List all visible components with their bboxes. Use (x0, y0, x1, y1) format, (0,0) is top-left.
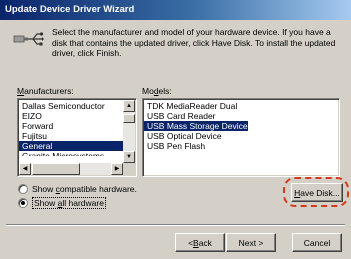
list-item[interactable]: Granite Microsystems (19, 151, 123, 156)
arrow-left-icon: ◀ (22, 166, 28, 172)
wizard-window: Update Device Driver Wizard Select the m… (0, 0, 351, 259)
list-item[interactable]: EIZO (19, 111, 123, 121)
manufacturers-label: Manufacturers: (17, 86, 74, 96)
scroll-up-button[interactable]: ▲ (123, 100, 135, 112)
next-button[interactable]: Next > (226, 233, 276, 252)
list-item-selected[interactable]: General (19, 141, 123, 151)
list-item[interactable]: Fujitsu (19, 131, 123, 141)
scroll-thumb[interactable] (123, 114, 135, 123)
radio-label: Show compatible hardware. (32, 184, 137, 194)
back-button[interactable]: < Back (175, 233, 225, 252)
scroll-down-button[interactable]: ▼ (123, 151, 135, 163)
list-item[interactable]: TDK MediaReader Dual (144, 101, 334, 111)
usb-plug-icon (13, 32, 44, 46)
show-all-option[interactable]: Show all hardware (18, 197, 106, 209)
manufacturers-hscrollbar[interactable]: ◀ ▶ (19, 163, 123, 175)
radio-button-selected[interactable] (18, 198, 28, 208)
arrow-up-icon: ▲ (126, 103, 132, 109)
instruction-text: Select the manufacturer and model of you… (52, 27, 336, 58)
scroll-right-button[interactable]: ▶ (111, 163, 123, 175)
arrow-right-icon: ▶ (114, 166, 120, 172)
radio-button[interactable] (18, 184, 28, 194)
manufacturers-listbox[interactable]: Dallas Semiconductor EIZO Forward Fujits… (17, 98, 137, 177)
radio-label: Show all hardware (32, 197, 106, 209)
arrow-down-icon: ▼ (126, 154, 132, 160)
list-item[interactable]: USB Optical Device (144, 131, 334, 141)
hscroll-thumb[interactable] (32, 163, 80, 175)
separator (6, 224, 345, 226)
scroll-corner (123, 163, 135, 175)
highlight-ring (283, 177, 349, 207)
models-label: Models: (142, 86, 172, 96)
cancel-button[interactable]: Cancel (292, 233, 342, 252)
manufacturers-vscrollbar[interactable]: ▲ ▼ (123, 100, 135, 163)
models-listbox[interactable]: TDK MediaReader Dual USB Card Reader USB… (142, 98, 340, 177)
list-item[interactable]: Dallas Semiconductor (19, 101, 123, 111)
scroll-left-button[interactable]: ◀ (19, 163, 31, 175)
list-item[interactable]: Forward (19, 121, 123, 131)
list-item-selected[interactable]: USB Mass Storage Device (144, 121, 248, 131)
show-compatible-option[interactable]: Show compatible hardware. (18, 184, 137, 194)
list-item[interactable]: USB Card Reader (144, 111, 334, 121)
list-item[interactable]: USB Pen Flash (144, 141, 334, 151)
title-bar: Update Device Driver Wizard (0, 0, 351, 20)
